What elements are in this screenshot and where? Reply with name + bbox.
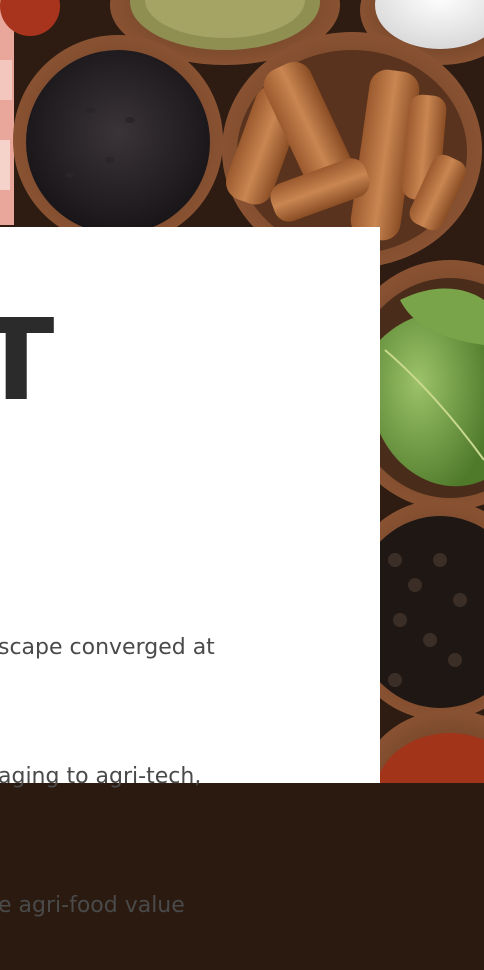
paragraph-line-1: scape converged at [0,635,215,660]
pink-salt-bowl [0,0,14,225]
paragraph-line-2: aging to agri-tech, [0,764,202,789]
heading-fragment: T [0,296,54,426]
paragraph-line-3: e agri-food value [0,893,185,918]
intro-paragraph: scape converged at aging to agri-tech, e… [0,540,378,970]
